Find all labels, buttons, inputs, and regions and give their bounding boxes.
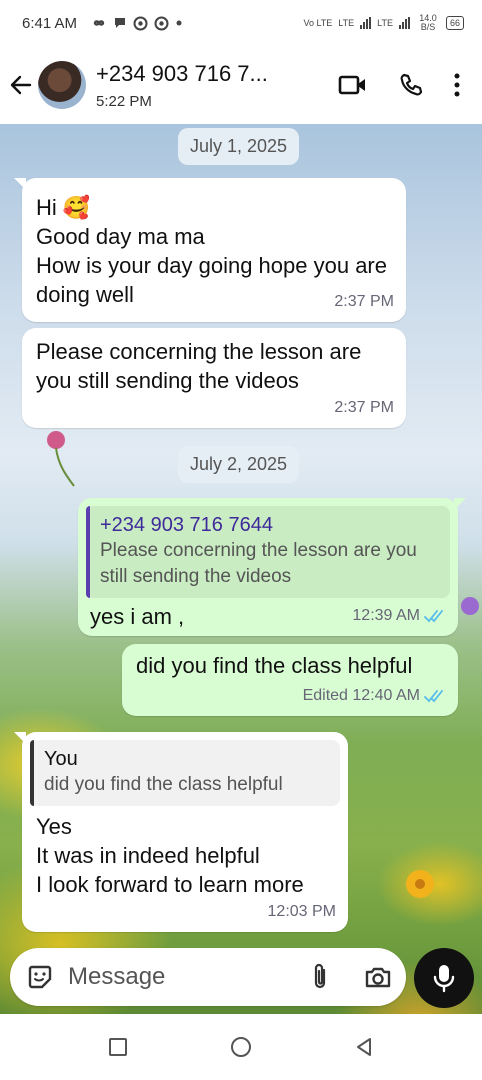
battery-level: 66 xyxy=(449,18,460,28)
home-icon[interactable] xyxy=(229,1035,253,1059)
input-actions xyxy=(310,962,392,992)
wallpaper-flower-icon xyxy=(47,431,75,487)
message-outgoing[interactable]: +234 903 716 7644 Please concerning the … xyxy=(78,498,466,636)
recent-apps-icon[interactable] xyxy=(107,1036,129,1058)
wallpaper-flower-icon xyxy=(406,870,434,898)
bubble-tail xyxy=(454,498,466,510)
voice-record-button[interactable] xyxy=(414,948,474,1008)
lte-label-2: LTE xyxy=(377,18,393,28)
battery-icon: 66 xyxy=(445,16,464,30)
last-seen: 5:22 PM xyxy=(96,92,152,110)
status-right: Vo LTE LTE LTE 14.0 B/S 66 xyxy=(303,14,464,32)
time-label: 12:39 AM xyxy=(352,607,420,624)
arrow-left-icon xyxy=(10,75,32,95)
time-label: 2:37 PM xyxy=(334,399,394,416)
message-time: 2:37 PM xyxy=(334,393,394,422)
message-incoming[interactable]: You did you find the class helpful Yes I… xyxy=(14,732,348,932)
message-time: Edited 12:40 AM xyxy=(303,681,446,710)
message-text: did you find the class helpful xyxy=(136,653,413,678)
notification-icons xyxy=(91,16,183,31)
signal-icon xyxy=(360,17,372,29)
message-input[interactable]: Message xyxy=(68,963,165,991)
chat-header: +234 903 716 7... 5:22 PM xyxy=(0,46,482,124)
back-nav-icon[interactable] xyxy=(353,1036,375,1058)
dot-icon xyxy=(176,20,182,26)
contact-name: +234 903 716 7... xyxy=(96,60,268,86)
chat-area[interactable]: July 1, 2025 Hi 🥰 Good day ma ma How is … xyxy=(0,124,482,1014)
quote-text: Please concerning the lesson are you sti… xyxy=(100,540,417,587)
message-time: 12:39 AM xyxy=(352,601,446,630)
video-call-icon[interactable] xyxy=(338,74,368,96)
message-text: Please concerning the lesson are you sti… xyxy=(36,339,362,393)
chat-bubble-icon xyxy=(115,18,126,28)
camera-icon[interactable] xyxy=(364,965,392,989)
status-time: 6:41 AM xyxy=(22,14,78,32)
message-time: 12:03 PM xyxy=(268,897,336,926)
avatar[interactable] xyxy=(38,61,86,109)
quote-author: +234 903 716 7644 xyxy=(100,514,273,536)
time-label: 2:37 PM xyxy=(334,293,394,310)
bubble-tail xyxy=(14,178,26,190)
time-label: Edited 12:40 AM xyxy=(302,687,420,704)
header-actions xyxy=(338,72,482,98)
message-incoming[interactable]: Please concerning the lesson are you sti… xyxy=(22,328,406,428)
double-check-icon xyxy=(424,609,443,622)
date-chip: July 1, 2025 xyxy=(178,128,300,165)
bubble-tail xyxy=(14,732,26,744)
data-speed: 14.0 B/S xyxy=(419,13,437,32)
time-label: 12:03 PM xyxy=(267,903,336,920)
quoted-message[interactable]: You did you find the class helpful xyxy=(30,740,340,806)
message-incoming[interactable]: Hi 🥰 Good day ma ma How is your day goin… xyxy=(14,178,406,322)
whatsapp-icon xyxy=(133,16,148,30)
wallpaper-flower-icon xyxy=(461,597,479,615)
phone-icon[interactable] xyxy=(398,72,424,98)
message-text: Yes It was in indeed helpful I look forw… xyxy=(36,814,304,897)
more-vertical-icon[interactable] xyxy=(454,73,460,97)
quote-text: did you find the class helpful xyxy=(44,774,283,795)
paperclip-icon[interactable] xyxy=(310,962,330,992)
whatsapp-icon xyxy=(154,16,169,30)
quoted-message[interactable]: +234 903 716 7644 Please concerning the … xyxy=(86,506,450,598)
message-time: 2:37 PM xyxy=(334,287,394,316)
lte-label-1: LTE xyxy=(338,18,355,28)
volte-label: Vo LTE xyxy=(303,18,333,28)
system-nav-bar xyxy=(0,1014,482,1080)
back-button[interactable] xyxy=(0,72,38,98)
contact-info[interactable]: +234 903 716 7... 5:22 PM xyxy=(96,61,308,110)
signal-icon xyxy=(398,17,410,29)
status-bar: 6:41 AM Vo LTE LTE LTE 14.0 B/S 66 xyxy=(0,0,482,46)
date-chip: July 2, 2025 xyxy=(178,446,300,483)
sticker-icon[interactable] xyxy=(26,963,54,991)
microphone-icon xyxy=(433,965,455,993)
message-outgoing[interactable]: did you find the class helpful Edited 12… xyxy=(122,644,458,716)
message-input-bar[interactable]: Message xyxy=(10,948,406,1006)
infinity-icon xyxy=(93,20,105,26)
quote-author: You xyxy=(44,748,78,770)
double-check-icon xyxy=(424,689,443,702)
